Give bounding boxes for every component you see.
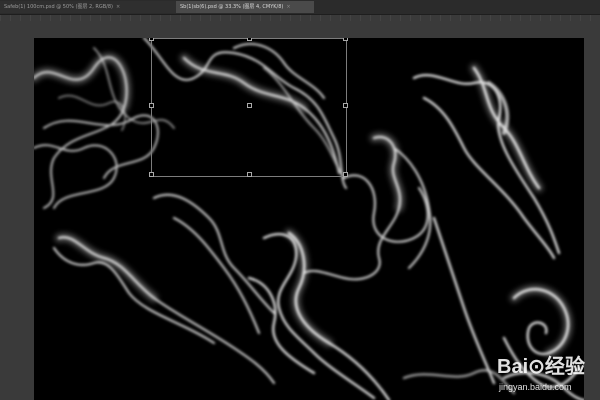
- document-tab-bar: Safeb(1) 100cm.psd @ 50% (图层 2, RGB/8) × …: [0, 0, 600, 15]
- horizontal-ruler: [0, 15, 600, 21]
- document-tab-2[interactable]: Sb(1)sb(6).psd @ 33.3% (图层 4, CMYK/8) ×: [176, 1, 314, 13]
- transform-handle[interactable]: [343, 38, 348, 41]
- transform-handle[interactable]: [343, 103, 348, 108]
- document-tab-1-label: Safeb(1) 100cm.psd @ 50% (图层 2, RGB/8): [4, 4, 114, 10]
- transform-center-point[interactable]: [247, 103, 252, 108]
- watermark-url: jingyan.baidu.com: [499, 382, 572, 392]
- close-icon[interactable]: ×: [116, 4, 120, 10]
- document-tab-1[interactable]: Safeb(1) 100cm.psd @ 50% (图层 2, RGB/8) ×: [0, 1, 178, 13]
- document-tab-2-label: Sb(1)sb(6).psd @ 33.3% (图层 4, CMYK/8): [180, 4, 284, 10]
- transform-handle[interactable]: [149, 172, 154, 177]
- close-icon[interactable]: ×: [286, 4, 290, 10]
- smoke-plume-left: [52, 193, 276, 385]
- transform-handle[interactable]: [149, 103, 154, 108]
- transform-handle[interactable]: [247, 172, 252, 177]
- watermark-logo: Bai⊙经验: [497, 356, 585, 378]
- transform-handle[interactable]: [247, 38, 252, 41]
- transform-handle[interactable]: [149, 38, 154, 41]
- smoke-plume-center-lower: [247, 231, 391, 400]
- baidu-jingyan-watermark: Bai⊙经验 jingyan.baidu.com: [497, 350, 600, 400]
- transform-handle[interactable]: [343, 172, 348, 177]
- transform-selection-box[interactable]: [149, 38, 348, 177]
- document-canvas[interactable]: [34, 38, 584, 400]
